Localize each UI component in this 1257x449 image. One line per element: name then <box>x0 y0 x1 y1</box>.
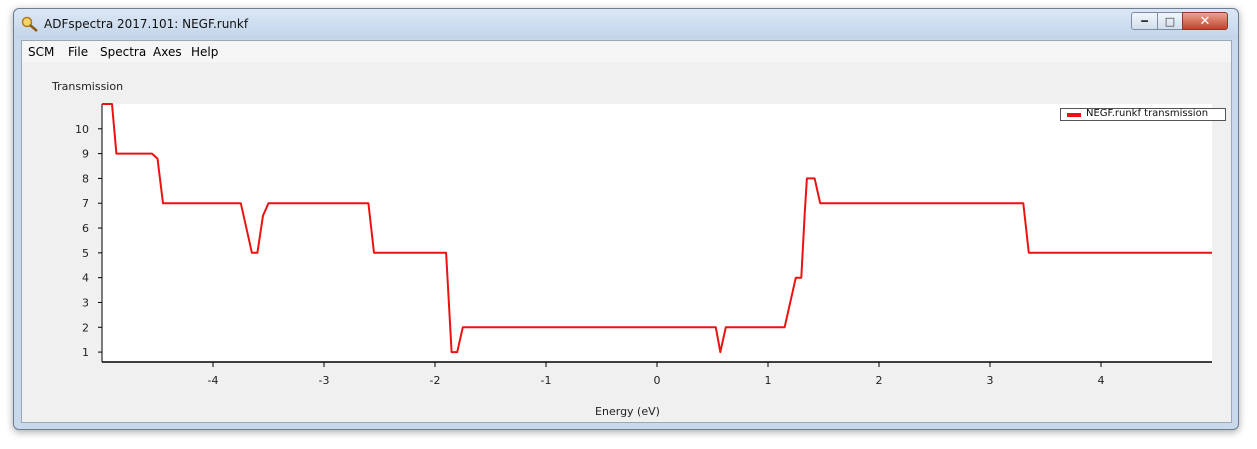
transmission-chart[interactable]: -4 -3 -2 -1 0 1 2 3 4 1 2 3 4 5 6 7 8 9 10 <box>22 41 1231 422</box>
close-icon: ✕ <box>1199 13 1211 29</box>
x-tick-label: -2 <box>430 374 441 387</box>
window-title: ADFspectra 2017.101: NEGF.runkf <box>44 17 249 31</box>
x-axis-label: Energy (eV) <box>595 405 660 418</box>
maximize-button[interactable]: □ <box>1157 12 1183 30</box>
x-tick-label: 2 <box>876 374 883 387</box>
minimize-button[interactable]: ━ <box>1131 12 1158 30</box>
maximize-icon: □ <box>1164 14 1176 28</box>
y-tick-label: 10 <box>75 123 89 136</box>
x-tick-label: -3 <box>319 374 330 387</box>
y-tick-label: 5 <box>82 247 89 260</box>
x-tick-label: 4 <box>1098 374 1105 387</box>
x-tick-label: -4 <box>208 374 219 387</box>
y-tick-label: 4 <box>82 272 89 285</box>
close-button[interactable]: ✕ <box>1182 12 1228 30</box>
plot-area <box>102 104 1212 362</box>
x-tick-label: 0 <box>654 374 661 387</box>
y-tick-label: 8 <box>82 172 89 185</box>
y-tick-label: 6 <box>82 222 89 235</box>
y-tick-label: 3 <box>82 296 89 309</box>
app-window: ADFspectra 2017.101: NEGF.runkf ━ □ ✕ SC… <box>13 8 1239 430</box>
legend-swatch <box>1067 113 1081 117</box>
client-area: SCM File Spectra Axes Help Transmission … <box>21 40 1232 423</box>
app-magnifier-icon <box>21 16 38 32</box>
chart-legend[interactable]: NEGF.runkf transmission <box>1060 108 1226 121</box>
x-tick-label: -1 <box>541 374 552 387</box>
y-tick-label: 9 <box>82 148 89 161</box>
x-tick-label: 1 <box>765 374 772 387</box>
y-tick-label: 2 <box>82 321 89 334</box>
y-tick-label: 7 <box>82 197 89 210</box>
legend-label: NEGF.runkf transmission <box>1086 108 1209 119</box>
y-tick-label: 1 <box>82 346 89 359</box>
title-bar[interactable]: ADFspectra 2017.101: NEGF.runkf ━ □ ✕ <box>14 9 1238 39</box>
x-tick-label: 3 <box>987 374 994 387</box>
minimize-icon: ━ <box>1141 14 1148 28</box>
